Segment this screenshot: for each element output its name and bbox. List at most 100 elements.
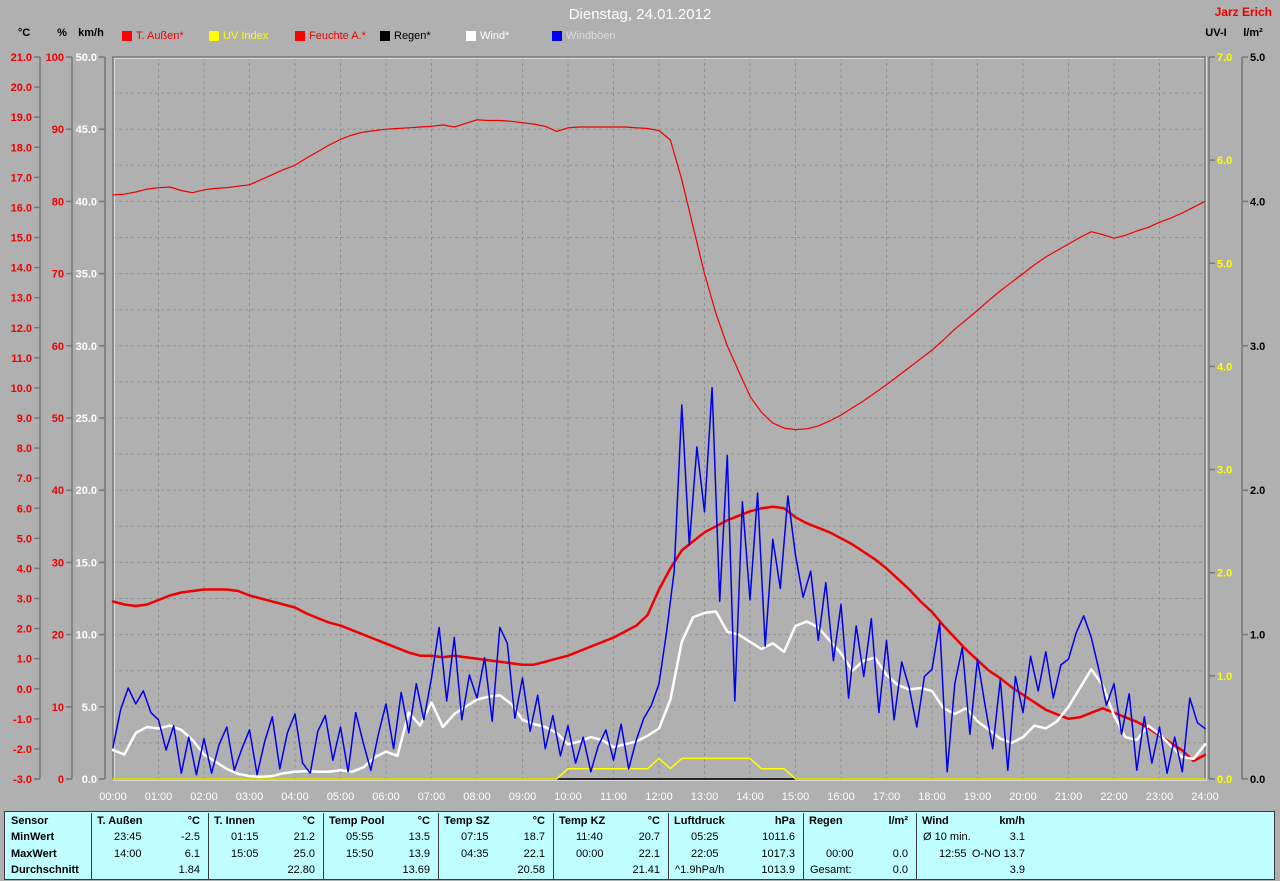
tick-label-wind: 45.0 [76,124,97,136]
x-tick-label: 15:00 [782,791,810,803]
tick-label-temp: -2.0 [13,744,32,756]
tick-label-temp: 2.0 [17,624,32,636]
table-max-row: 00:0022.1 [553,846,668,863]
x-tick-label: 24:00 [1191,791,1219,803]
tick-label-humidity: 20 [52,630,64,642]
tick-label-temp: 14.0 [11,263,32,275]
tick-label-wind: 25.0 [76,413,97,425]
table-col-header: T. Innen°C [208,813,323,830]
x-tick-label: 22:00 [1100,791,1128,803]
x-tick-label: 23:00 [1146,791,1174,803]
avg-value: 1.84 [179,864,208,876]
table-min-row: 05:5513.5 [323,829,438,846]
x-tick-label: 19:00 [964,791,992,803]
tick-label-temp: -1.0 [13,714,32,726]
tick-label-temp: 12.0 [11,323,32,335]
tick-label-temp: 11.0 [11,353,32,365]
table-row-header-label: MinWert [11,831,54,843]
tick-label-uv: 4.0 [1217,361,1232,373]
max-value: 1017.3 [761,848,803,860]
tick-label-wind: 15.0 [76,557,97,569]
table-max-row: 22:05 1017.3 [668,846,803,863]
table-max-row: 12:55O-NO 13.7 [916,846,1033,863]
avg-value: 1013.9 [761,864,803,876]
avg-value: 0.0 [893,864,916,876]
tick-label-uv: 0.0 [1217,774,1232,786]
table-avg-row: 22.80 [208,862,323,879]
x-tick-label: 04:00 [281,791,309,803]
sensor-unit: °C [418,815,438,827]
table-avg-row: 21.41 [553,862,668,879]
weather-chart-window: 21.020.019.018.017.016.015.014.013.012.0… [0,0,1280,881]
tick-label-temp: 16.0 [11,202,32,214]
legend-label: Windböen [566,30,616,42]
table-max-row: 15:5013.9 [323,846,438,863]
table-min-row: Ø 10 min.3.1 [916,829,1033,846]
table-min-row: 23:45-2.5 [91,829,208,846]
watermark-author: Jarz Erich [1215,5,1272,19]
tick-label-uv: 7.0 [1217,52,1232,64]
table-min-row: 05:251011.6 [668,829,803,846]
tick-label-humidity: 40 [52,485,64,497]
table-max-row: 15:0525.0 [208,846,323,863]
table-row-header-label: Sensor [11,815,48,827]
x-tick-label: 18:00 [918,791,946,803]
x-tick-label: 20:00 [1009,791,1037,803]
min-value: 3.1 [1010,831,1033,843]
x-tick-label: 06:00 [372,791,400,803]
legend-label: Regen* [394,30,431,42]
table-avg-row: 13.69 [323,862,438,879]
avg-label: ^1.9hPa/h [669,864,724,876]
axis-header-humidity: % [57,27,67,39]
legend-label: UV Index [223,30,268,42]
tick-label-wind: 40.0 [76,196,97,208]
min-time: 01:15 [209,831,259,843]
min-value: -2.5 [181,831,208,843]
table-min-row: 01:15 21.2 [208,829,323,846]
avg-value: 13.69 [402,864,438,876]
tick-label-temp: 15.0 [11,233,32,245]
max-time: 00:00 [554,848,604,860]
avg-label: Gesamt: [804,864,852,876]
tick-label-humidity: 70 [52,269,64,281]
table-col-header: Regenl/m² [803,813,916,830]
avg-value: 22.80 [287,864,323,876]
tick-label-humidity: 80 [52,196,64,208]
tick-label-rain: 4.0 [1250,196,1265,208]
table-row-header: MaxWert [5,846,91,863]
table-col-header: Windkm/h [916,813,1033,830]
x-tick-label: 16:00 [827,791,855,803]
min-value: 21.2 [294,831,323,843]
table-avg-row: 20.58 [438,862,553,879]
tick-label-temp: -3.0 [13,774,32,786]
x-tick-label: 21:00 [1055,791,1083,803]
legend-label: Wind* [480,30,509,42]
tick-label-rain: 3.0 [1250,341,1265,353]
x-tick-label: 14:00 [736,791,764,803]
table-row-header: Sensor [5,813,91,830]
max-value: O-NO 13.7 [972,848,1033,860]
legend-swatch-white-icon [466,31,476,41]
tick-label-wind: 0.0 [82,774,97,786]
min-value: 1011.6 [762,831,803,843]
sensor-name: Temp KZ [554,815,605,827]
max-time: 00:00 [804,848,854,860]
sensor-name: Wind [917,815,949,827]
avg-value: 3.9 [1010,864,1033,876]
sensor-name: Luftdruck [669,815,725,827]
tick-label-humidity: 90 [52,124,64,136]
tick-label-temp: 13.0 [11,293,32,305]
table-col-header: Temp KZ°C [553,813,668,830]
tick-label-wind: 30.0 [76,341,97,353]
min-time: 05:55 [324,831,374,843]
table-avg-row: Gesamt: 0.0 [803,862,916,879]
max-time: 22:05 [669,848,719,860]
table-min-row [803,829,916,846]
legend-swatch-yellow-icon [209,31,219,41]
tick-label-uv: 5.0 [1217,258,1232,270]
tick-label-humidity: 30 [52,557,64,569]
table-row-header: Durchschnitt [5,862,91,879]
table-col-header: Temp SZ°C [438,813,553,830]
sensor-name: Temp SZ [439,815,490,827]
table-avg-row: 3.9 [916,862,1033,879]
